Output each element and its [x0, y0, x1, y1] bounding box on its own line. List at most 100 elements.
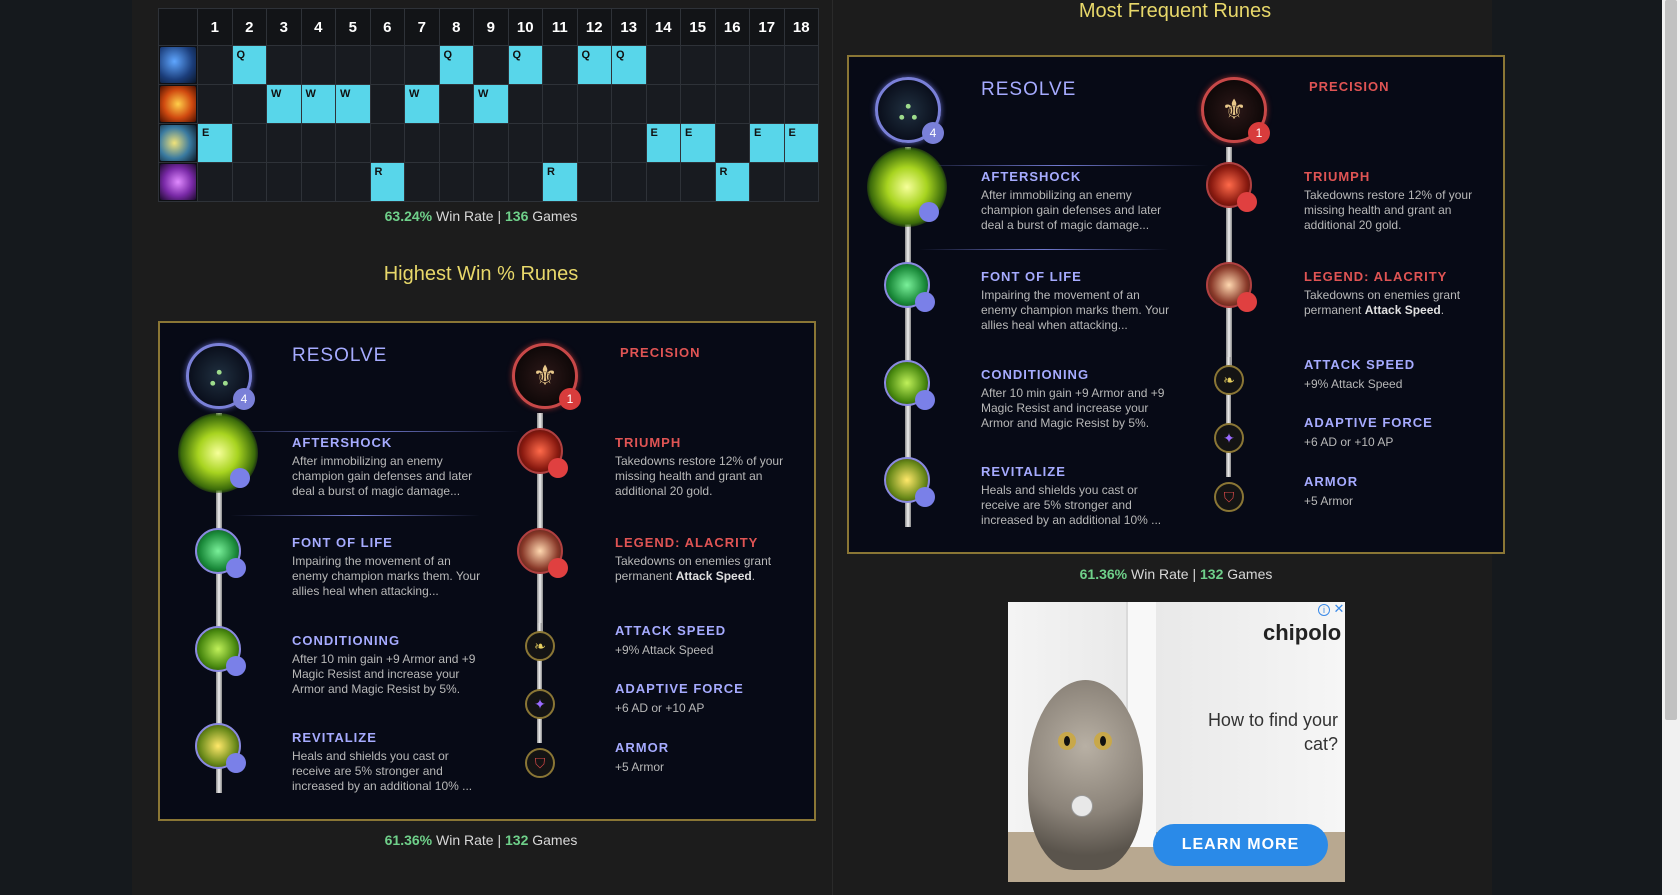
scrollbar-thumb[interactable]	[1665, 0, 1677, 720]
skill-letter: Q	[443, 49, 453, 61]
skill-letter: R	[374, 166, 383, 178]
level-header: 2	[231, 8, 267, 46]
table-corner	[158, 8, 198, 46]
skill-level-cell	[576, 162, 612, 202]
ad-info-icon[interactable]: i	[1318, 604, 1330, 616]
r-ability-icon	[160, 164, 196, 200]
skill-level-cell-filled: E	[645, 123, 681, 163]
ad-headline: How to find your cat?	[1207, 710, 1338, 754]
skill-level-cell	[197, 84, 233, 124]
adaptive-force-shard-icon[interactable]: ✦	[525, 689, 555, 719]
win-rate-label: Win Rate |	[436, 832, 502, 848]
level-header: 7	[404, 8, 440, 46]
skill-level-cell	[438, 162, 474, 202]
skill-level-cell	[300, 45, 336, 85]
skill-level-cell	[645, 162, 681, 202]
skill-icon-cell	[158, 123, 198, 163]
skill-level-cell	[369, 84, 405, 124]
skill-level-cell	[645, 84, 681, 124]
skill-level-header: 1 2 3 4 5 6 7 8 9 10 11 12 13 14 15 16 17 18	[158, 8, 819, 46]
skill-level-cell-filled: W	[266, 84, 302, 124]
skill-level-cell	[473, 45, 509, 85]
skill-level-cell	[714, 45, 750, 85]
skill-level-cell	[335, 162, 371, 202]
skill-level-cell	[300, 162, 336, 202]
column-divider	[832, 0, 833, 895]
skill-level-cell	[542, 45, 578, 85]
most-frequent-rune-page: ⛬ 4 RESOLVE AFTERSHOCK After immobilizing an…	[847, 55, 1505, 554]
skill-level-cell	[749, 45, 785, 85]
skill-letter: E	[685, 127, 693, 139]
rune-selected-dot	[548, 558, 568, 578]
secondary-count-badge: 1	[1248, 122, 1270, 144]
skill-level-cell	[231, 162, 267, 202]
skill-level-cell	[369, 45, 405, 85]
games-value: 136	[505, 208, 529, 224]
skill-level-cell	[231, 84, 267, 124]
level-header: 6	[369, 8, 405, 46]
skill-letter: E	[788, 127, 796, 139]
skill-level-cell-filled: E	[197, 123, 233, 163]
skill-level-cell-filled: Q	[438, 45, 474, 85]
skill-level-cell-filled: R	[542, 162, 578, 202]
armor-shard-icon[interactable]: ⛉	[1214, 482, 1244, 512]
skill-letter: Q	[616, 49, 625, 61]
desc-text: .	[1440, 303, 1445, 317]
skill-row-r: RRR	[158, 162, 819, 202]
level-header: 1	[197, 8, 233, 46]
skill-letter: W	[409, 88, 420, 100]
skill-letter: E	[754, 127, 762, 139]
attack-speed-shard-icon[interactable]: ❧	[1214, 365, 1244, 395]
skill-row-q: QQQQQ	[158, 45, 819, 85]
level-header: 14	[645, 8, 681, 46]
adaptive-force-shard-icon[interactable]: ✦	[1214, 423, 1244, 453]
games-value: 132	[1200, 566, 1224, 582]
level-header: 10	[507, 8, 543, 46]
level-header: 16	[714, 8, 750, 46]
skill-letter: Q	[581, 49, 591, 61]
e-ability-icon	[160, 125, 196, 161]
level-header: 11	[542, 8, 578, 46]
cat-eye	[1094, 732, 1112, 750]
rune-name: LEGEND: ALACRITY	[1304, 269, 1448, 284]
shard-description: +9% Attack Speed	[615, 643, 714, 657]
skill-letter: R	[719, 166, 728, 178]
rune-description: Takedowns restore 12% of your missing he…	[615, 454, 784, 498]
advertisement[interactable]: chipolo How to find your cat? LEARN MORE…	[1008, 602, 1345, 882]
skill-level-cell	[611, 123, 647, 163]
skill-level-cell	[680, 84, 716, 124]
ad-close-icon[interactable]: ✕	[1333, 602, 1345, 616]
skill-level-cell	[404, 45, 440, 85]
skill-order-table: 1 2 3 4 5 6 7 8 9 10 11 12 13 14 15 16 17 18 QQQQQWWWWWEE…	[158, 8, 819, 202]
highest-win-stats: 61.36% Win Rate | 132 Games	[158, 832, 804, 848]
skill-level-cell-filled: Q	[507, 45, 543, 85]
skill-level-cell	[231, 123, 267, 163]
win-rate-label: Win Rate |	[436, 208, 502, 224]
skill-level-cell	[542, 84, 578, 124]
armor-shard-icon[interactable]: ⛉	[525, 748, 555, 778]
level-header: 13	[611, 8, 647, 46]
shard-name: ADAPTIVE FORCE	[1304, 415, 1433, 430]
desc-text: .	[751, 569, 756, 583]
rune-name: LEGEND: ALACRITY	[615, 535, 759, 550]
rune-description: Takedowns on enemies grant permanent Att…	[1304, 288, 1494, 318]
skill-letter: W	[305, 88, 316, 100]
skill-letter: Q	[512, 49, 522, 61]
games-label: Games	[1227, 566, 1273, 582]
skill-level-cell	[783, 162, 819, 202]
skill-letter: E	[202, 127, 210, 139]
skill-level-cell	[197, 162, 233, 202]
most-frequent-stats: 61.36% Win Rate | 132 Games	[847, 566, 1505, 582]
shard-description: +6 AD or +10 AP	[1304, 435, 1394, 449]
skill-level-cell	[473, 162, 509, 202]
attack-speed-shard-icon[interactable]: ❧	[525, 631, 555, 661]
skill-level-cell	[611, 162, 647, 202]
w-ability-icon	[160, 86, 196, 122]
skill-level-cell-filled: E	[783, 123, 819, 163]
learn-more-button[interactable]: LEARN MORE	[1153, 824, 1328, 866]
skill-level-cell-filled: W	[300, 84, 336, 124]
secondary-count-badge: 1	[559, 388, 581, 410]
shard-name: ADAPTIVE FORCE	[615, 681, 744, 696]
shard-description: +5 Armor	[1304, 494, 1354, 508]
level-header: 9	[473, 8, 509, 46]
